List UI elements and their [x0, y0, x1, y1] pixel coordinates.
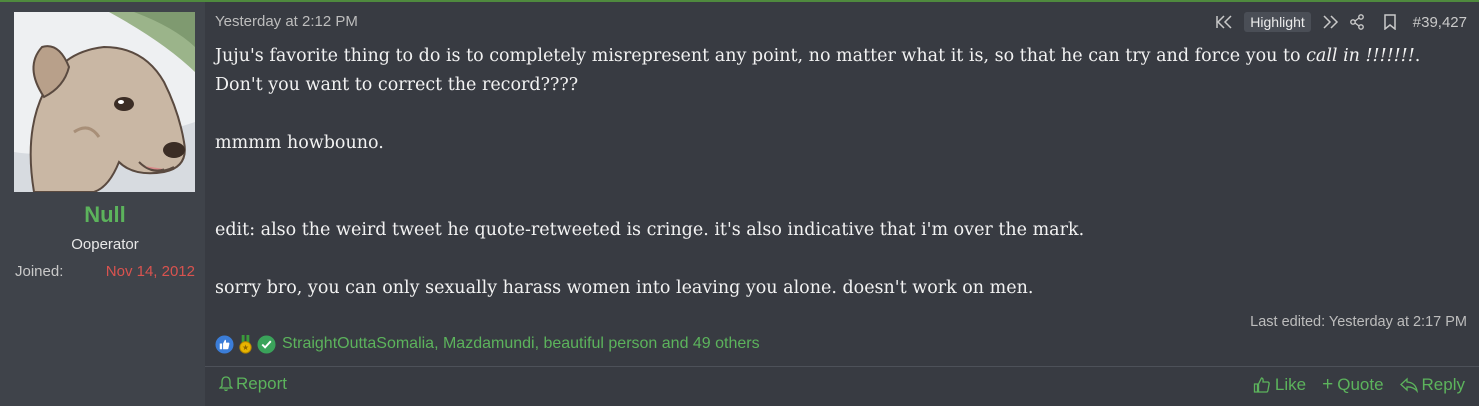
check-reaction-icon: [257, 334, 276, 354]
reply-label: Reply: [1421, 375, 1465, 394]
post-paragraph-4: edit: also the weird tweet he quote-retw…: [215, 220, 1085, 240]
post-actions-bar: Highlight #39,427: [1216, 10, 1467, 34]
quote-label: Quote: [1337, 375, 1384, 394]
post-footer: Report Like + Quote Reply: [205, 367, 1479, 406]
post-body: Juju's favorite thing to do is to comple…: [215, 42, 1465, 303]
forum-post: Null Ooperator Joined: Nov 14, 2012 Yest…: [0, 0, 1479, 406]
plus-icon: +: [1322, 374, 1334, 395]
avatar[interactable]: [14, 12, 195, 192]
prev-highlight-icon[interactable]: [1216, 15, 1234, 29]
report-label: Report: [236, 374, 288, 393]
post-paragraph-2: Don't you want to correct the record????: [215, 75, 579, 95]
footer-actions: Like + Quote Reply: [1253, 374, 1465, 396]
reactions-bar[interactable]: ★ StraightOuttaSomalia, Mazdamundi, beau…: [215, 332, 760, 356]
svg-text:★: ★: [242, 343, 249, 352]
post-main: Yesterday at 2:12 PM Highlight #39,427 J…: [205, 2, 1479, 406]
like-button[interactable]: Like: [1253, 375, 1306, 395]
joined-date: Nov 14, 2012: [105, 263, 195, 280]
like-label: Like: [1274, 375, 1307, 394]
post-date-link[interactable]: Yesterday at 2:12 PM: [215, 13, 358, 30]
dog-avatar-illustration: [14, 12, 195, 192]
next-highlight-icon[interactable]: [1321, 15, 1339, 29]
user-title: Ooperator: [71, 236, 139, 253]
post-text-end: .: [1414, 46, 1421, 66]
share-icon[interactable]: [1349, 14, 1365, 30]
username[interactable]: Null: [0, 202, 210, 228]
like-reaction-icon: [215, 334, 234, 354]
reply-arrow-icon: [1399, 377, 1418, 393]
thumbs-up-icon: [1253, 377, 1270, 393]
reaction-users-link[interactable]: StraightOuttaSomalia, Mazdamundi, beauti…: [282, 335, 760, 353]
post-text: Juju's favorite thing to do is to comple…: [215, 46, 1307, 66]
medal-reaction-icon: ★: [239, 334, 252, 354]
quote-button[interactable]: + Quote: [1322, 374, 1383, 396]
bookmark-icon[interactable]: [1383, 14, 1397, 30]
joined-label: Joined:: [15, 263, 64, 280]
highlight-button[interactable]: Highlight: [1244, 12, 1311, 32]
bell-icon: [219, 376, 233, 392]
post-paragraph-1: Juju's favorite thing to do is to comple…: [215, 42, 1465, 71]
reply-button[interactable]: Reply: [1399, 375, 1465, 395]
user-info-panel: Null Ooperator Joined: Nov 14, 2012: [0, 2, 205, 406]
post-paragraph-3: mmmm howbouno.: [215, 133, 384, 153]
last-edited: Last edited: Yesterday at 2:17 PM: [1250, 314, 1467, 330]
post-number-link[interactable]: #39,427: [1413, 14, 1467, 31]
post-italic-text: call in !!!!!!!: [1306, 46, 1415, 66]
report-button[interactable]: Report: [219, 374, 287, 394]
post-paragraph-5: sorry bro, you can only sexually harass …: [215, 278, 1034, 298]
